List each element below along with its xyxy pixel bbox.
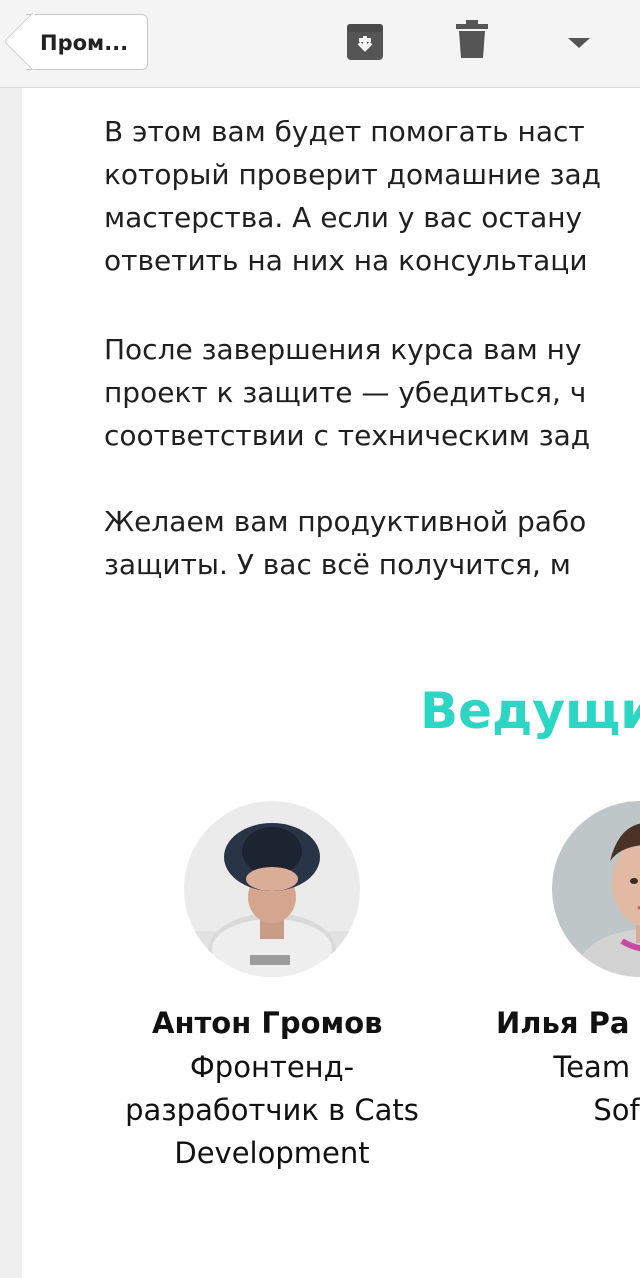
paragraph-mentor: В этом вам будет помогать наст который п…	[104, 115, 602, 277]
avatar	[184, 801, 360, 977]
host-name: Илья Ра	[496, 1006, 630, 1040]
trash-icon[interactable]	[456, 20, 488, 60]
chevron-down-icon[interactable]	[566, 36, 592, 50]
host-role: Фронтенд- разработчик в Cats Development	[125, 1050, 419, 1170]
host-role: Team Lea Soft	[553, 1050, 640, 1127]
archive-icon[interactable]	[345, 20, 385, 62]
paragraph-project: После завершения курса вам ну проект к з…	[104, 333, 591, 452]
avatar	[552, 801, 640, 977]
host-name: Антон Громов	[152, 1006, 383, 1040]
email-body: В этом вам будет помогать наст который п…	[22, 88, 640, 1278]
hosts-section-title: Ведущи	[420, 682, 640, 740]
mail-toolbar: Пром...	[0, 0, 640, 88]
paragraph-wishes: Желаем вам продуктивной рабо защиты. У в…	[104, 505, 587, 581]
back-button[interactable]: Пром...	[26, 14, 148, 70]
back-button-label: Пром...	[40, 31, 129, 55]
